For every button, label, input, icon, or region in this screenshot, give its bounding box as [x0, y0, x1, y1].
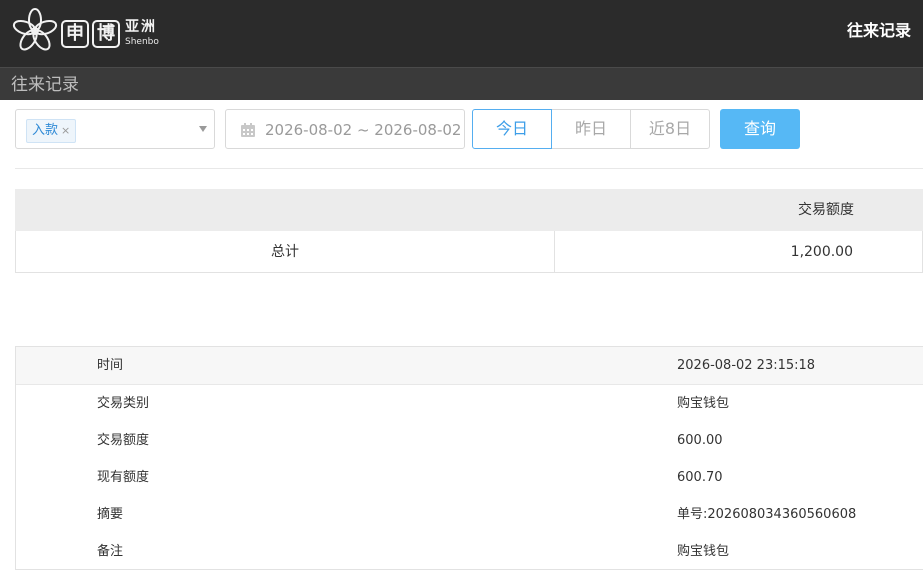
detail-value: 单号:202608034360560608: [677, 507, 857, 522]
detail-label: 交易类别: [97, 396, 150, 411]
detail-label: 备注: [97, 544, 124, 559]
date-range-value: 2026-08-02 ~ 2026-08-02: [265, 121, 462, 139]
detail-value: 600.00: [677, 433, 723, 448]
sub-title-bar: 往来记录: [0, 67, 923, 100]
flower-logo-icon: [12, 8, 58, 51]
yesterday-button[interactable]: 昨日: [551, 109, 631, 149]
detail-label: 现有额度: [97, 470, 150, 485]
detail-label: 交易额度: [97, 433, 150, 448]
total-label: 总计: [271, 244, 299, 260]
caret-down-icon[interactable]: [199, 126, 207, 132]
detail-value: 600.70: [677, 470, 723, 485]
column-header-amount: 交易额度: [798, 202, 854, 218]
last-8-days-button[interactable]: 近8日: [630, 109, 710, 149]
summary-total-row: 总计 1,200.00: [15, 231, 923, 273]
detail-value: 2026-08-02 23:15:18: [677, 358, 816, 373]
type-tag: 入款 ×: [26, 119, 77, 143]
summary-table: 交易额度 总计 1,200.00: [15, 189, 923, 273]
detail-row-balance: 现有额度 600.70: [16, 459, 923, 496]
type-tag-label: 入款: [32, 123, 59, 138]
section-divider: [15, 168, 923, 169]
logo-en-text: Shenbo: [125, 37, 159, 47]
app-header: 申 博 亚洲 Shenbo 往来记录: [0, 0, 923, 67]
detail-row-remark: 备注 购宝钱包: [16, 533, 923, 570]
cell-divider: [554, 231, 555, 272]
logo-char-bo: 博: [92, 20, 120, 48]
query-button[interactable]: 查询: [720, 109, 800, 149]
detail-value: 购宝钱包: [677, 544, 730, 559]
detail-row-summary: 摘要 单号:202608034360560608: [16, 496, 923, 533]
logo-char-shen: 申: [61, 20, 89, 48]
today-button[interactable]: 今日: [472, 109, 552, 149]
transaction-type-select[interactable]: 入款 ×: [15, 109, 215, 149]
page-header-title: 往来记录: [846, 21, 911, 40]
page-title: 往来记录: [11, 75, 79, 95]
calendar-icon: [241, 123, 255, 137]
summary-header-row: 交易额度: [15, 189, 923, 231]
detail-row-type: 交易类别 购宝钱包: [16, 385, 923, 422]
detail-row-time: 时间 2026-08-02 23:15:18: [16, 347, 923, 385]
detail-row-amount: 交易额度 600.00: [16, 422, 923, 459]
detail-value: 购宝钱包: [677, 396, 730, 411]
logo-asia-text: 亚洲: [125, 19, 157, 35]
detail-label: 摘要: [97, 507, 124, 522]
total-value: 1,200.00: [790, 244, 853, 260]
detail-label: 时间: [97, 358, 124, 373]
date-range-input[interactable]: 2026-08-02 ~ 2026-08-02: [225, 109, 465, 149]
transaction-detail-list: 时间 2026-08-02 23:15:18 交易类别 购宝钱包 交易额度 60…: [15, 346, 923, 570]
close-icon[interactable]: ×: [61, 124, 70, 137]
